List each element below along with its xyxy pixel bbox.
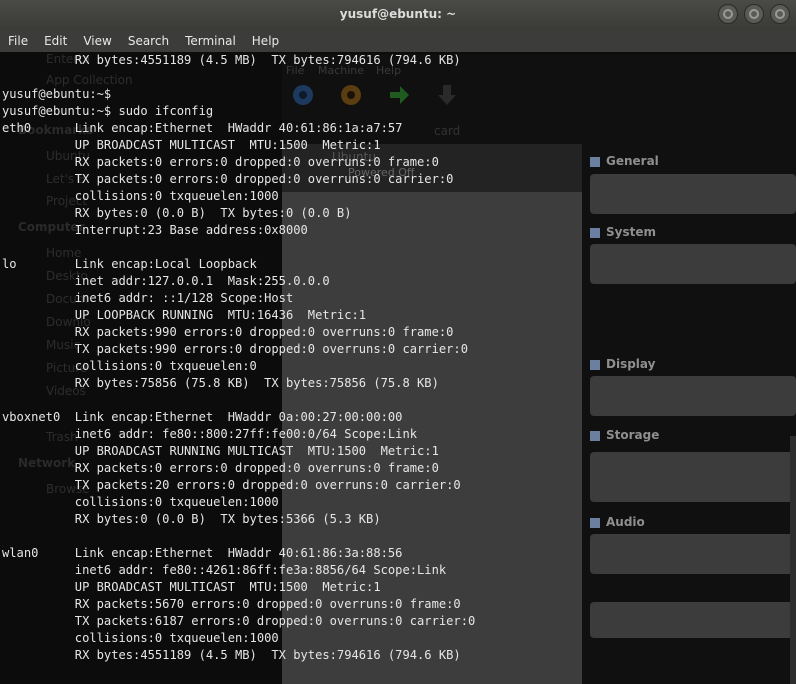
window-title: yusuf@ebuntu: ~ <box>339 7 457 21</box>
terminal-line: yusuf@ebuntu:~$ <box>2 87 112 101</box>
terminal-line: TX packets:6187 errors:0 dropped:0 overr… <box>2 614 476 628</box>
minimize-icon <box>723 9 733 19</box>
terminal-line: UP BROADCAST MULTICAST MTU:1500 Metric:1 <box>2 138 381 152</box>
menu-search[interactable]: Search <box>120 34 177 48</box>
window-titlebar: yusuf@ebuntu: ~ <box>0 0 796 30</box>
terminal-line: collisions:0 txqueuelen:1000 <box>2 495 279 509</box>
terminal-line: collisions:0 txqueuelen:1000 <box>2 189 279 203</box>
terminal-line: UP BROADCAST MULTICAST MTU:1500 Metric:1 <box>2 580 381 594</box>
terminal-line: RX packets:5670 errors:0 dropped:0 overr… <box>2 597 461 611</box>
terminal-line: RX bytes:0 (0.0 B) TX bytes:0 (0.0 B) <box>2 206 352 220</box>
terminal-line: inet6 addr: fe80::800:27ff:fe00:0/64 Sco… <box>2 427 418 441</box>
menu-view[interactable]: View <box>75 34 119 48</box>
terminal-line: inet6 addr: ::1/128 Scope:Host <box>2 291 294 305</box>
terminal-line: RX bytes:4551189 (4.5 MB) TX bytes:79461… <box>2 53 461 67</box>
terminal-line: RX packets:0 errors:0 dropped:0 overruns… <box>2 155 439 169</box>
terminal-line: TX packets:990 errors:0 dropped:0 overru… <box>2 342 468 356</box>
terminal-line: inet addr:127.0.0.1 Mask:255.0.0.0 <box>2 274 330 288</box>
terminal-line: inet6 addr: fe80::4261:86ff:fe3a:8856/64… <box>2 563 447 577</box>
terminal-line: Interrupt:23 Base address:0x8000 <box>2 223 308 237</box>
close-icon <box>775 9 785 19</box>
terminal-line: collisions:0 txqueuelen:0 <box>2 359 257 373</box>
terminal-area[interactable]: Enterta App Collection Bookmarks Ubuntu … <box>0 52 796 684</box>
minimize-button[interactable] <box>718 4 738 24</box>
terminal-line: lo Link encap:Local Loopback <box>2 257 257 271</box>
terminal-line: yusuf@ebuntu:~$ sudo ifconfig <box>2 104 214 118</box>
terminal-line: wlan0 Link encap:Ethernet HWaddr 40:61:8… <box>2 546 403 560</box>
terminal-line: RX packets:990 errors:0 dropped:0 overru… <box>2 325 454 339</box>
menu-bar: File Edit View Search Terminal Help <box>0 30 796 52</box>
menu-edit[interactable]: Edit <box>36 34 75 48</box>
window-controls <box>718 4 790 24</box>
terminal-output: RX bytes:4551189 (4.5 MB) TX bytes:79461… <box>2 52 792 664</box>
terminal-line: RX bytes:75856 (75.8 KB) TX bytes:75856 … <box>2 376 439 390</box>
terminal-line: TX packets:20 errors:0 dropped:0 overrun… <box>2 478 461 492</box>
menu-terminal[interactable]: Terminal <box>177 34 244 48</box>
maximize-icon <box>749 9 759 19</box>
terminal-line: vboxnet0 Link encap:Ethernet HWaddr 0a:0… <box>2 410 403 424</box>
menu-file[interactable]: File <box>0 34 36 48</box>
terminal-line: RX bytes:4551189 (4.5 MB) TX bytes:79461… <box>2 648 461 662</box>
terminal-line: eth0 Link encap:Ethernet HWaddr 40:61:86… <box>2 121 403 135</box>
terminal-line: UP BROADCAST RUNNING MULTICAST MTU:1500 … <box>2 444 439 458</box>
terminal-line: UP LOOPBACK RUNNING MTU:16436 Metric:1 <box>2 308 367 322</box>
close-button[interactable] <box>770 4 790 24</box>
terminal-line: TX packets:0 errors:0 dropped:0 overruns… <box>2 172 454 186</box>
maximize-button[interactable] <box>744 4 764 24</box>
terminal-line: RX bytes:0 (0.0 B) TX bytes:5366 (5.3 KB… <box>2 512 381 526</box>
terminal-line: RX packets:0 errors:0 dropped:0 overruns… <box>2 461 439 475</box>
menu-help[interactable]: Help <box>244 34 287 48</box>
terminal-line: collisions:0 txqueuelen:1000 <box>2 631 279 645</box>
